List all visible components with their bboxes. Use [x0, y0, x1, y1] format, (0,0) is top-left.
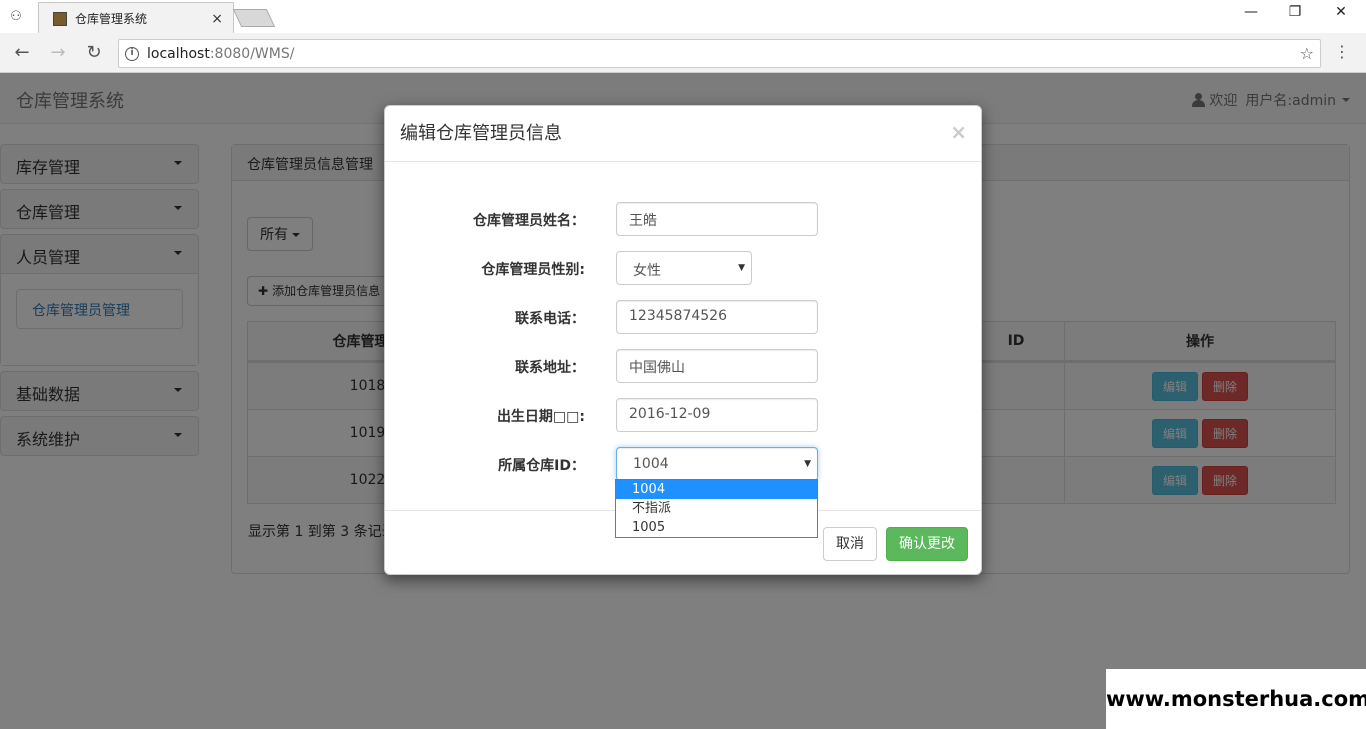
- name-input[interactable]: 王皓: [616, 202, 818, 236]
- minimize-icon[interactable]: —: [1236, 4, 1266, 20]
- form-row-birthdate: 出生日期□□: 2016-12-09: [385, 398, 983, 432]
- modal-header: 编辑仓库管理员信息 ×: [385, 106, 981, 162]
- tab-close-icon[interactable]: ×: [211, 11, 223, 27]
- name-label: 仓库管理员姓名：: [473, 213, 585, 229]
- form-row-address: 联系地址： 中国佛山: [385, 349, 983, 383]
- gender-value: 女性: [633, 263, 661, 279]
- phone-input[interactable]: 12345874526: [616, 300, 818, 334]
- watermark: www.monsterhua.com: [1106, 669, 1366, 729]
- restore-icon[interactable]: ❐: [1280, 4, 1310, 20]
- favicon-icon: [53, 11, 67, 26]
- select-arrow-icon: ▼: [738, 263, 745, 273]
- browser-tab[interactable]: 仓库管理系统 ×: [38, 2, 234, 33]
- bookmark-star-icon[interactable]: ☆: [1300, 44, 1314, 63]
- warehouse-select[interactable]: 1004 ▼: [616, 447, 818, 481]
- new-tab-button[interactable]: [232, 9, 276, 27]
- form-row-warehouse: 所属仓库ID： 1004 ▼: [385, 447, 983, 481]
- browser-tab-bar: ⚇ 仓库管理系统 × — ❐ ✕: [0, 0, 1366, 33]
- gender-select[interactable]: 女性 ▼: [616, 251, 752, 285]
- warehouse-options-list: 1004 不指派 1005: [615, 479, 818, 538]
- url-path: :8080/WMS/: [209, 45, 295, 62]
- warehouse-value: 1004: [633, 456, 669, 472]
- phone-label: 联系电话：: [515, 311, 585, 327]
- cancel-button[interactable]: 取消: [823, 527, 877, 561]
- warehouse-option[interactable]: 1005: [616, 518, 817, 537]
- browser-toolbar: ← → ↻ i localhost :8080/WMS/ ☆ ⋮: [0, 33, 1366, 73]
- address-input[interactable]: 中国佛山: [616, 349, 818, 383]
- forward-icon[interactable]: →: [46, 41, 70, 65]
- warehouse-label: 所属仓库ID：: [498, 458, 585, 474]
- browser-menu-icon[interactable]: ⋮: [1334, 42, 1350, 61]
- form-row-phone: 联系电话： 12345874526: [385, 300, 983, 334]
- back-icon[interactable]: ←: [10, 41, 34, 65]
- form-row-name: 仓库管理员姓名： 王皓: [385, 202, 983, 236]
- tab-title: 仓库管理系统: [75, 12, 148, 26]
- url-host: localhost: [147, 45, 210, 62]
- confirm-button[interactable]: 确认更改: [886, 527, 968, 561]
- address-label: 联系地址：: [515, 360, 585, 376]
- gender-label: 仓库管理员性别:: [481, 262, 585, 278]
- select-arrow-icon: ▼: [804, 459, 811, 469]
- incognito-icon: ⚇: [10, 9, 22, 24]
- close-window-icon[interactable]: ✕: [1326, 4, 1356, 20]
- address-bar[interactable]: i localhost :8080/WMS/ ☆: [118, 39, 1321, 68]
- modal-title: 编辑仓库管理员信息: [400, 123, 562, 144]
- close-icon[interactable]: ×: [950, 120, 967, 144]
- warehouse-option[interactable]: 不指派: [616, 499, 817, 518]
- warehouse-option[interactable]: 1004: [616, 480, 817, 499]
- birthdate-input[interactable]: 2016-12-09: [616, 398, 818, 432]
- form-row-gender: 仓库管理员性别: 女性 ▼: [385, 251, 983, 285]
- birthdate-label: 出生日期□□:: [496, 409, 585, 425]
- reload-icon[interactable]: ↻: [82, 41, 106, 65]
- info-icon[interactable]: i: [125, 46, 139, 61]
